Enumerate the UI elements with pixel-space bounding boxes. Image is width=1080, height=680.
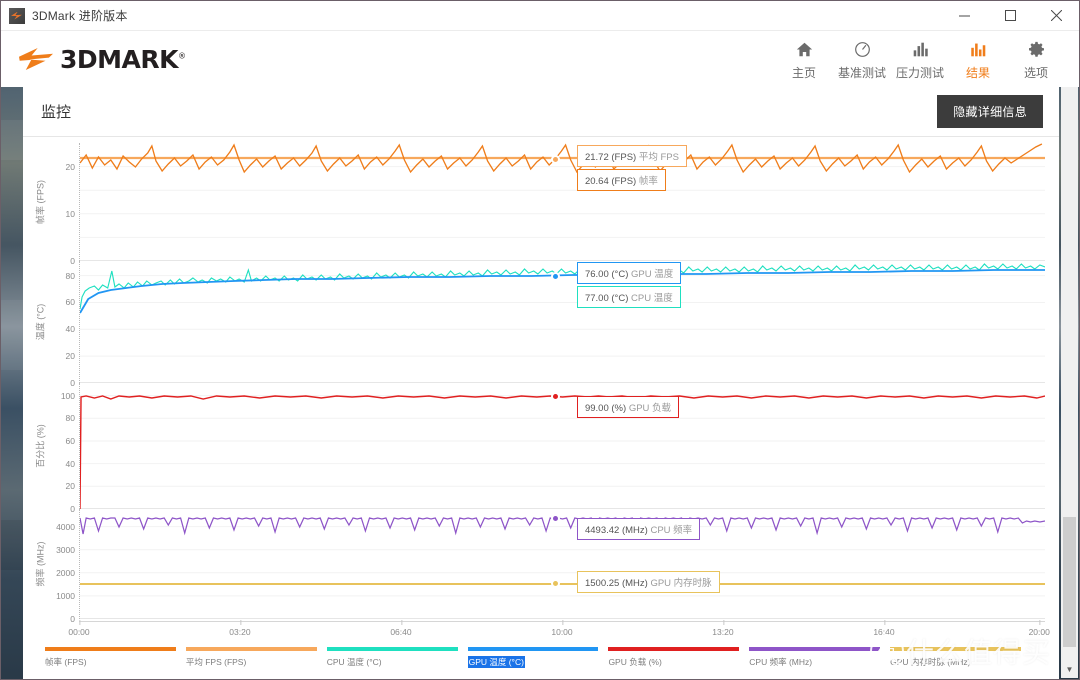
legend-item-gpu-temp[interactable]: GPU 温度 (°C): [467, 647, 609, 677]
hide-details-button[interactable]: 隐藏详细信息: [937, 95, 1043, 128]
nav-item-benchmark[interactable]: 基准测试: [833, 38, 891, 81]
chart-load-ylabel: 百分比 (%): [35, 424, 46, 468]
bars-icon: [970, 40, 987, 60]
app-header: 3DMARK® 主页 基准测试 压力测试 结果 选项: [1, 31, 1079, 87]
chart-frequency-ylabel: 频率 (MHz): [35, 541, 46, 587]
chart-temperature-plot[interactable]: 76.00 (°C) GPU 温度 77.00 (°C) CPU 温度: [79, 261, 1045, 383]
chart-temperature-ylabel: 温度 (°C): [35, 303, 46, 341]
chart-fps-tooltip-current: 20.64 (FPS) 帧率: [576, 169, 666, 191]
x-tick: 10:00: [551, 620, 573, 637]
nav-item-options[interactable]: 选项: [1007, 38, 1065, 81]
chart-load-plot[interactable]: 99.00 (%) GPU 负载: [79, 383, 1045, 509]
chart-frequency-marker-cpu: [550, 514, 560, 523]
chart-fps-plot[interactable]: 21.72 (FPS) 平均 FPS 20.64 (FPS) 帧率: [79, 143, 1045, 261]
chart-frequency-tooltip-cpu: 4493.42 (MHz) CPU 频率: [576, 518, 701, 540]
vertical-scrollbar[interactable]: ▼: [1061, 87, 1078, 678]
legend-swatch: [326, 647, 458, 651]
chart-fps-tooltip-avg: 21.72 (FPS) 平均 FPS: [576, 145, 687, 167]
time-axis: 00:00 03:20 06:40 10:00 13:20 16:40 20:0…: [68, 619, 1050, 643]
chart-load-marker: [550, 392, 560, 401]
3dmark-app-icon: [9, 7, 25, 24]
legend-swatch: [608, 647, 740, 651]
chart-load: 百分比 (%) 0 20 40 60 80 100 99.00 (%) GPU …: [33, 383, 1045, 514]
legend-swatch: [749, 647, 881, 651]
nav-item-results[interactable]: 结果: [949, 38, 1007, 81]
page-title: 监控: [41, 104, 72, 121]
legend-swatch: [185, 647, 317, 651]
chart-temperature-marker: [550, 272, 560, 281]
x-tick: 06:40: [390, 620, 412, 637]
legend-item-cpu-clock[interactable]: CPU 频率 (MHz): [749, 647, 890, 677]
close-icon[interactable]: [1033, 1, 1079, 31]
series-legend: 帧率 (FPS) 平均 FPS (FPS) CPU 温度 (°C) GPU 温度…: [33, 643, 1045, 677]
main-nav: 主页 基准测试 压力测试 结果 选项: [775, 38, 1065, 81]
x-tick: 16:40: [873, 620, 895, 637]
legend-swatch: [45, 647, 176, 651]
legend-item-fps[interactable]: 帧率 (FPS): [45, 647, 186, 677]
monitoring-charts: 帧率 (FPS) 0 10 20 21.72 (FPS) 平均 FPS 20.6…: [23, 137, 1059, 679]
legend-label: GPU 温度 (°C): [467, 656, 525, 668]
gear-icon: [1028, 40, 1045, 60]
nav-label: 主页: [791, 65, 816, 80]
nav-label: 选项: [1023, 65, 1048, 80]
x-tick: 03:20: [229, 620, 251, 637]
x-tick: 20:00: [1029, 620, 1050, 637]
3dmark-bird-icon: [19, 46, 53, 72]
scrollbar-thumb[interactable]: [1063, 517, 1076, 647]
app-window: 3DMark 进阶版本 3DMARK® 主页 基准测试 压力测试 结果 选项 监…: [0, 0, 1080, 680]
bar-chart-icon: [912, 40, 929, 60]
chart-frequency-plot[interactable]: 4493.42 (MHz) CPU 频率 1500.25 (MHz) GPU 内…: [79, 509, 1045, 619]
nav-item-home[interactable]: 主页: [775, 38, 833, 81]
chart-temperature-tooltip-gpu: 76.00 (°C) GPU 温度: [576, 262, 682, 284]
home-icon: [796, 40, 813, 60]
chart-fps-marker-avg: [550, 155, 560, 164]
nav-label: 结果: [965, 65, 990, 80]
nav-item-stress-test[interactable]: 压力测试: [891, 38, 949, 81]
legend-swatch: [467, 647, 599, 651]
nav-label: 基准测试: [837, 65, 886, 80]
chart-load-tooltip-gpu: 99.00 (%) GPU 负载: [576, 396, 680, 418]
legend-label: 平均 FPS (FPS): [185, 657, 247, 667]
legend-item-cpu-temp[interactable]: CPU 温度 (°C): [326, 647, 468, 677]
legend-item-gpu-load[interactable]: GPU 负载 (%): [608, 647, 749, 677]
chart-fps-ylabel: 帧率 (FPS): [35, 180, 46, 224]
legend-label: GPU 内存时脉 (MHz): [890, 657, 971, 667]
legend-label: CPU 频率 (MHz): [749, 657, 813, 667]
gauge-icon: [854, 40, 871, 60]
chart-frequency-tooltip-gpu-mem: 1500.25 (MHz) GPU 内存时脉: [576, 571, 720, 593]
content-sheet: 监控 隐藏详细信息 帧率 (FPS) 0 10 20 21.72 (FPS) 平…: [23, 87, 1059, 679]
minimize-icon[interactable]: [941, 1, 987, 31]
legend-item-gpu-mem-clock[interactable]: GPU 内存时脉 (MHz): [890, 647, 1031, 677]
chart-load-yticks: 0 20 40 60 80 100: [60, 390, 75, 514]
chart-frequency-yticks: 0 1000 2000 3000 4000: [56, 521, 75, 624]
registered-mark: ®: [178, 51, 186, 61]
legend-label: 帧率 (FPS): [45, 657, 87, 667]
chart-temperature: 温度 (°C) 0 20 40 60 80 76.00 (°C) GPU 温度 …: [33, 261, 1045, 388]
legend-label: CPU 温度 (°C): [326, 657, 382, 667]
legend-item-avg-fps[interactable]: 平均 FPS (FPS): [185, 647, 327, 677]
window-title: 3DMark 进阶版本: [32, 9, 128, 23]
chart-frequency: 频率 (MHz) 0 1000 2000 3000 4000 4493.42 (…: [33, 509, 1045, 624]
title-bar: 3DMark 进阶版本: [1, 1, 1079, 31]
x-tick: 13:20: [712, 620, 734, 637]
chart-frequency-marker-gpu: [550, 579, 560, 588]
logo-wordmark: 3DMARK®: [60, 44, 186, 74]
chart-temperature-yticks: 0 20 40 60 80: [65, 270, 75, 388]
legend-label: GPU 负载 (%): [608, 657, 662, 667]
maximize-icon[interactable]: [987, 1, 1033, 31]
nav-label: 压力测试: [895, 65, 944, 80]
legend-swatch: [890, 647, 1022, 651]
3dmark-logo: 3DMARK®: [19, 45, 186, 74]
x-tick: 00:00: [68, 620, 90, 637]
chart-fps-yticks: 0 10 20: [65, 161, 75, 266]
chevron-down-icon[interactable]: ▼: [1061, 661, 1078, 678]
section-header: 监控 隐藏详细信息: [23, 87, 1059, 137]
chart-fps: 帧率 (FPS) 0 10 20 21.72 (FPS) 平均 FPS 20.6…: [33, 143, 1045, 266]
chart-temperature-tooltip-cpu: 77.00 (°C) CPU 温度: [576, 286, 681, 308]
